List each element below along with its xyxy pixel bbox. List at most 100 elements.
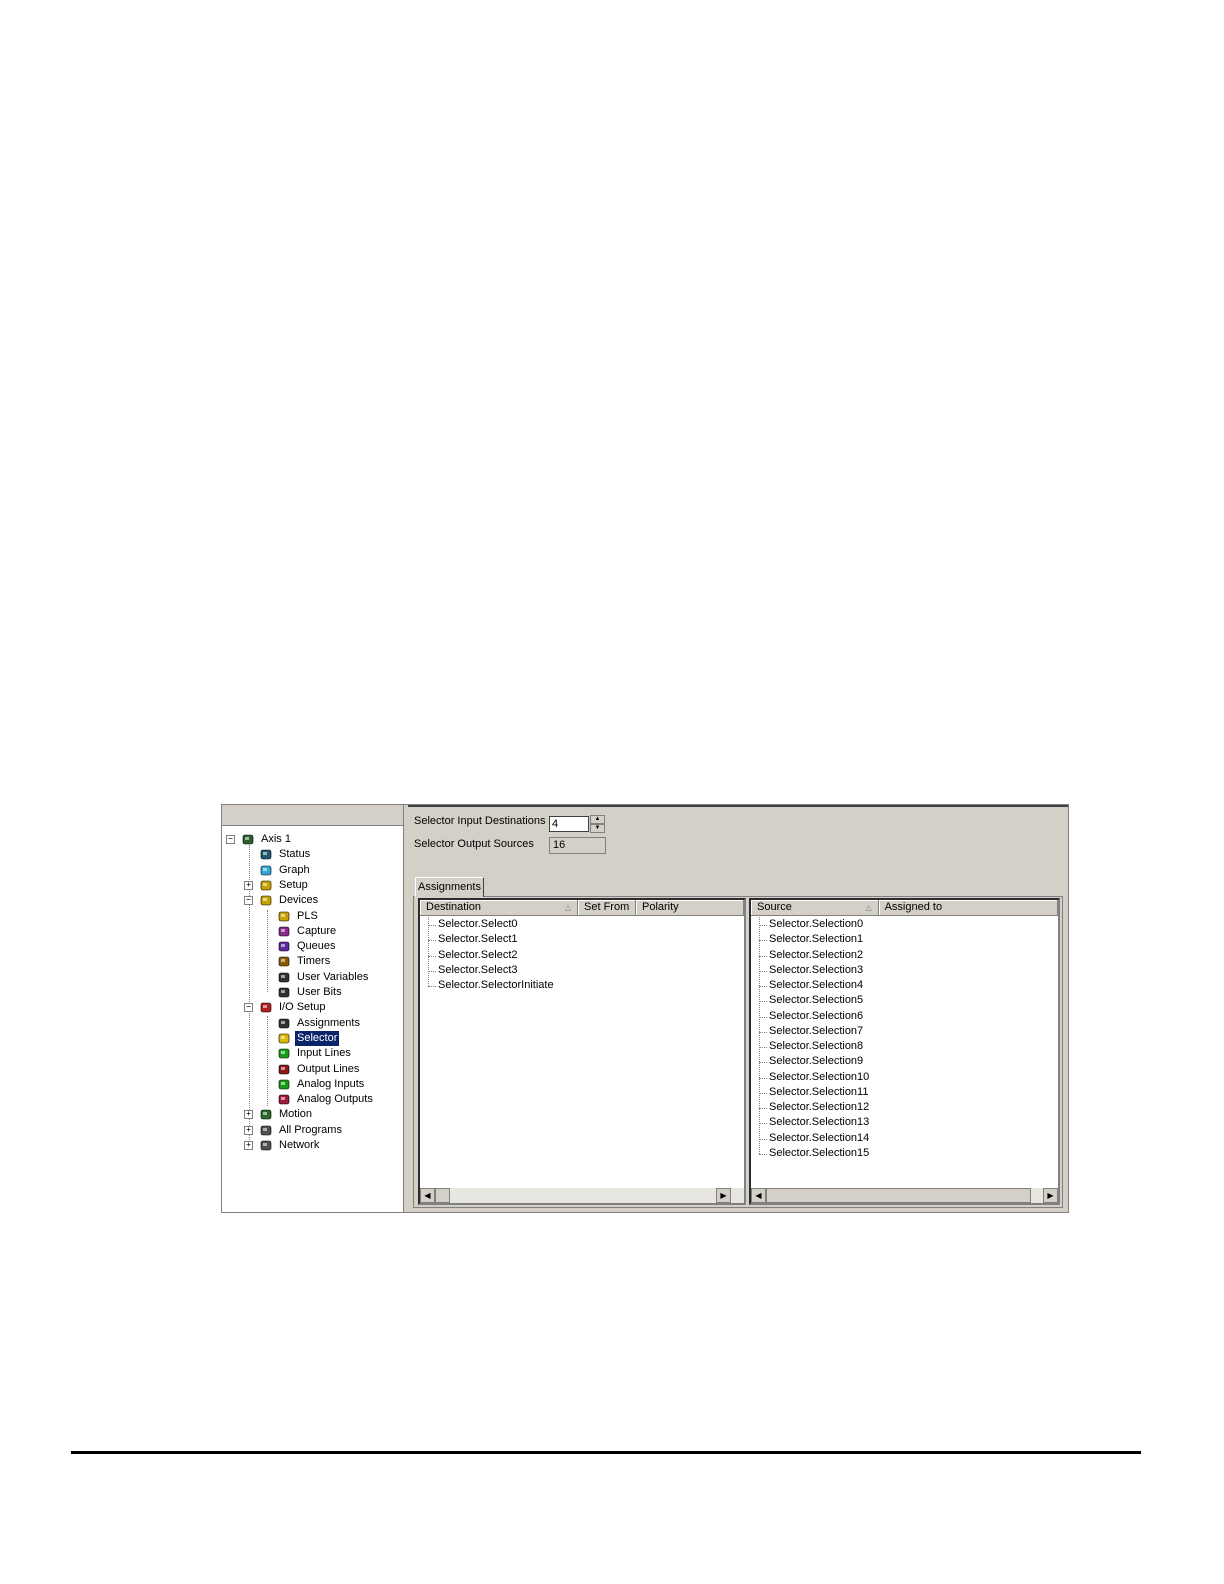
list-item[interactable]: Selector.Selection3 <box>751 963 1058 978</box>
tree-item-label: All Programs <box>279 1123 342 1136</box>
tree-item-label: Selector <box>295 1030 340 1046</box>
scroll-thumb[interactable] <box>766 1188 1031 1203</box>
expand-icon[interactable]: + <box>244 1141 253 1150</box>
tree-item-label: PLS <box>297 909 318 922</box>
destination-list-header: Destination △ Set From Polarity <box>420 900 744 916</box>
tree-item-analog-outputs[interactable]: Analog Outputs <box>277 1092 375 1107</box>
collapse-icon[interactable]: − <box>244 1003 253 1013</box>
source-list[interactable]: Source △ Assigned to Selector.Selection0… <box>749 898 1060 1205</box>
navigation-tree: − Axis 1 Status Graph + Setup − Devices PLS Captu… <box>222 826 403 1212</box>
list-item[interactable]: Selector.Select1 <box>420 932 744 947</box>
tree-item-output-lines[interactable]: Output Lines <box>277 1062 361 1077</box>
tree-item-motion[interactable]: + Motion <box>244 1107 314 1122</box>
destination-list[interactable]: Destination △ Set From Polarity Selector… <box>418 898 746 1205</box>
tree-item-label: Setup <box>279 878 308 891</box>
expand-icon[interactable]: + <box>244 1125 253 1135</box>
tree-item-label: Capture <box>297 924 337 937</box>
destination-horizontal-scrollbar[interactable]: ◀ ▶ <box>420 1188 744 1203</box>
tree-item-all-programs[interactable]: + All Programs <box>244 1123 344 1138</box>
tree-item-label: Assignments <box>297 1016 360 1029</box>
analog-outputs-icon <box>277 1093 291 1106</box>
tree-item-axis-1[interactable]: − Axis 1 <box>226 832 293 847</box>
source-list-header: Source △ Assigned to <box>751 900 1058 916</box>
tab-assignments[interactable]: Assignments <box>415 877 484 897</box>
tree-item-user-variables[interactable]: User Variables <box>277 970 370 985</box>
scroll-left-button[interactable]: ◀ <box>751 1188 766 1203</box>
scroll-right-button[interactable]: ▶ <box>716 1188 731 1203</box>
tree-item-label: Axis 1 <box>261 833 291 845</box>
programs-icon <box>259 1124 273 1137</box>
list-item[interactable]: Selector.Selection1 <box>751 932 1058 947</box>
input-lines-icon <box>277 1047 291 1060</box>
tree-item-selector[interactable]: Selector <box>277 1030 340 1046</box>
spin-down-button[interactable]: ▼ <box>590 824 605 833</box>
list-item[interactable]: Selector.Selection12 <box>751 1100 1058 1115</box>
list-item[interactable]: Selector.Select3 <box>420 963 744 978</box>
tree-item-graph[interactable]: Graph <box>259 863 312 878</box>
tree-item-i-o-setup[interactable]: − I/O Setup <box>244 1000 327 1015</box>
column-set-from[interactable]: Set From <box>578 900 636 916</box>
tree-item-devices[interactable]: − Devices <box>244 893 320 908</box>
column-polarity[interactable]: Polarity <box>636 900 744 916</box>
list-item[interactable]: Selector.Selection6 <box>751 1009 1058 1024</box>
tree-item-analog-inputs[interactable]: Analog Inputs <box>277 1077 366 1092</box>
column-assigned-to[interactable]: Assigned to <box>878 900 1058 916</box>
tree-item-label: Analog Outputs <box>297 1093 373 1106</box>
drive-icon <box>241 833 255 846</box>
clock-icon <box>277 925 291 938</box>
tree-item-label: Analog Inputs <box>297 1077 365 1090</box>
list-item[interactable]: Selector.Selection7 <box>751 1024 1058 1039</box>
list-item[interactable]: Selector.Selection15 <box>751 1146 1058 1161</box>
pls-icon <box>277 910 291 923</box>
input-destinations-field[interactable]: 4 <box>549 816 589 832</box>
tree-item-label: I/O Setup <box>279 1001 326 1014</box>
tree-item-setup[interactable]: + Setup <box>244 878 310 893</box>
selector-config-pane: Selector Input Destinations 4 ▲ ▼ Select… <box>408 805 1068 1212</box>
tree-item-label: Graph <box>279 863 310 876</box>
tree-item-timers[interactable]: Timers <box>277 954 332 969</box>
collapse-icon[interactable]: − <box>226 835 235 844</box>
tree-item-capture[interactable]: Capture <box>277 924 338 939</box>
tree-item-input-lines[interactable]: Input Lines <box>277 1046 353 1061</box>
list-item[interactable]: Selector.Select2 <box>420 948 744 963</box>
output-sources-field: 16 <box>549 837 606 854</box>
tree-item-pls[interactable]: PLS <box>277 909 320 924</box>
tree-item-label: Input Lines <box>297 1047 351 1060</box>
list-item[interactable]: Selector.Selection4 <box>751 978 1058 993</box>
tree-item-label: Network <box>279 1139 320 1151</box>
column-destination[interactable]: Destination △ <box>420 900 578 916</box>
scroll-right-button[interactable]: ▶ <box>1043 1188 1058 1203</box>
sort-arrow-icon: △ <box>865 903 872 912</box>
tree-item-status[interactable]: Status <box>259 847 312 862</box>
tree-item-queues[interactable]: Queues <box>277 939 338 954</box>
spin-up-button[interactable]: ▲ <box>590 815 605 824</box>
column-source[interactable]: Source △ <box>751 900 879 916</box>
list-item[interactable]: Selector.Selection9 <box>751 1054 1058 1069</box>
tree-item-label: Devices <box>279 894 319 907</box>
collapse-icon[interactable]: − <box>244 896 253 906</box>
list-item[interactable]: Selector.Selection13 <box>751 1115 1058 1130</box>
list-item[interactable]: Selector.Selection11 <box>751 1085 1058 1100</box>
user-bits-icon <box>277 986 291 999</box>
user-variables-icon <box>277 971 291 984</box>
list-item[interactable]: Selector.Selection8 <box>751 1039 1058 1054</box>
list-item[interactable]: Selector.Selection10 <box>751 1070 1058 1085</box>
list-item[interactable]: Selector.Select0 <box>420 917 744 932</box>
queues-icon <box>277 940 291 953</box>
software-window: − Axis 1 Status Graph + Setup − Devices PLS Captu… <box>221 804 1069 1213</box>
expand-icon[interactable]: + <box>244 1110 253 1120</box>
list-item[interactable]: Selector.Selection14 <box>751 1131 1058 1146</box>
tree-item-assignments[interactable]: Assignments <box>277 1016 362 1031</box>
expand-icon[interactable]: + <box>244 880 253 890</box>
tree-item-user-bits[interactable]: User Bits <box>277 985 344 1000</box>
list-item[interactable]: Selector.Selection5 <box>751 993 1058 1008</box>
scroll-left-button[interactable]: ◀ <box>420 1188 435 1203</box>
source-horizontal-scrollbar[interactable]: ◀ ▶ <box>751 1188 1058 1203</box>
list-item[interactable]: Selector.Selection2 <box>751 948 1058 963</box>
list-item[interactable]: Selector.SelectorInitiate <box>420 978 744 993</box>
footer-rule <box>71 1451 1141 1454</box>
scroll-thumb[interactable] <box>435 1188 450 1203</box>
list-item[interactable]: Selector.Selection0 <box>751 917 1058 932</box>
tree-item-label: Output Lines <box>297 1062 360 1075</box>
tree-item-network[interactable]: + Network <box>244 1138 321 1153</box>
